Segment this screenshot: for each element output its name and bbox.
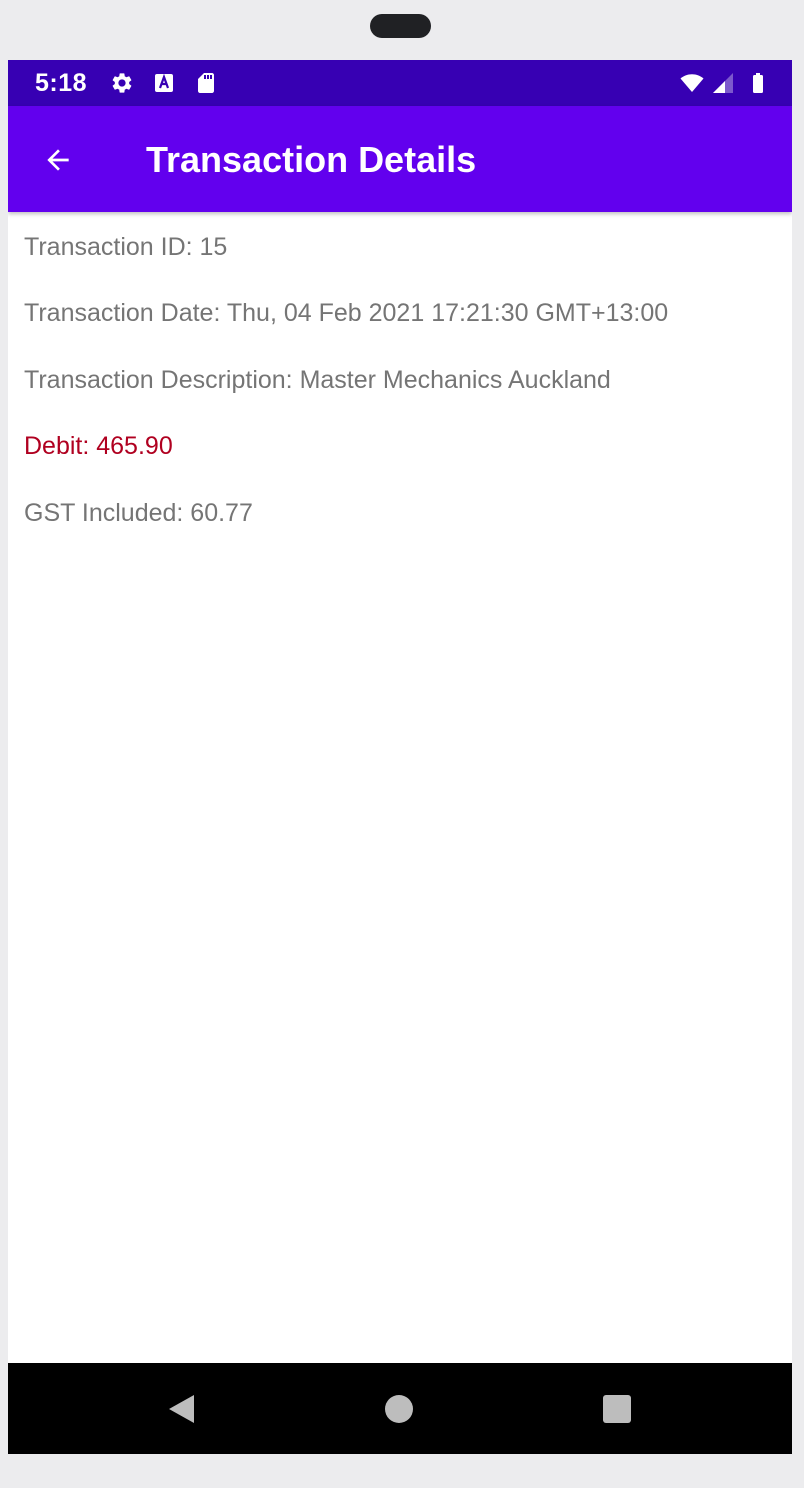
gst-included-text: GST Included: 60.77 [24,499,253,527]
transaction-description-text: Transaction Description: Master Mechanic… [24,366,611,394]
status-bar: 5:18 [8,60,792,106]
home-circle-icon [385,1395,413,1423]
nav-home-button[interactable] [372,1382,426,1436]
font-a-icon [155,73,173,92]
status-time: 5:18 [35,69,88,97]
sd-card-icon [198,73,214,93]
system-navigation-bar [8,1363,792,1454]
back-triangle-icon [169,1395,194,1423]
phone-screen: 5:18 Transaction Details Transaction ID:… [8,60,792,1454]
transaction-id-text: Transaction ID: 15 [24,233,228,261]
battery-icon [753,73,763,93]
recents-square-icon [603,1395,631,1423]
arrow-left-icon [47,149,69,171]
debit-amount-text: Debit: 465.90 [24,432,173,460]
transaction-date-text: Transaction Date: Thu, 04 Feb 2021 17:21… [24,299,669,327]
gear-icon [112,73,132,93]
page-title: Transaction Details [146,139,477,180]
camera-cutout [370,14,431,38]
app-bar: Transaction Details [8,106,792,212]
nav-back-button[interactable] [154,1382,208,1436]
cell-signal-icon [713,73,733,93]
wifi-icon [680,74,704,92]
nav-recents-button[interactable] [590,1382,644,1436]
back-button[interactable] [34,136,82,184]
